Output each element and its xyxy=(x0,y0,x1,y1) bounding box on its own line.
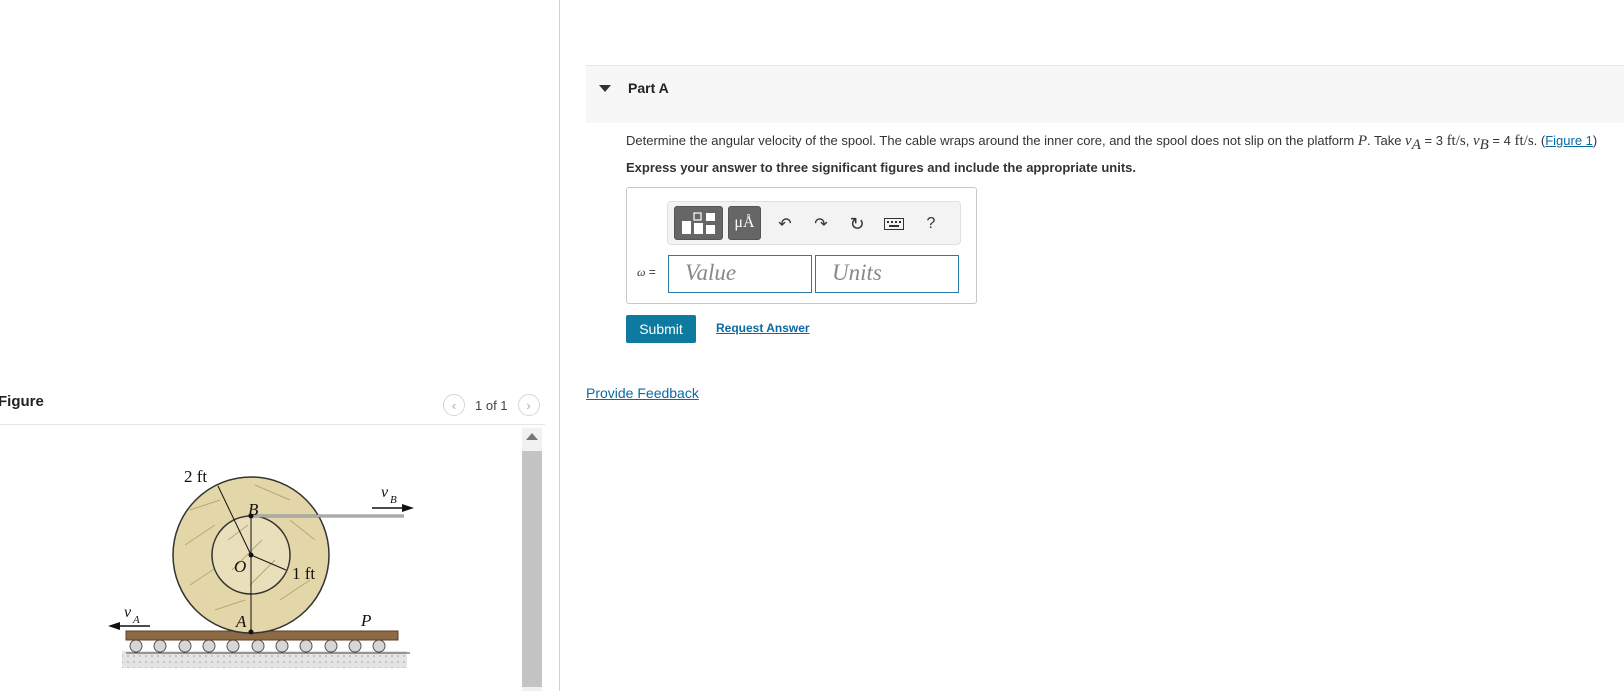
provide-feedback-link[interactable]: Provide Feedback xyxy=(586,385,699,401)
math-toolbar: μÅ ↶ ↷ ↻ ? xyxy=(667,201,961,245)
pager-count: 1 of 1 xyxy=(475,397,508,413)
panel-divider xyxy=(559,0,560,691)
va-label: v xyxy=(124,604,132,621)
figure-link[interactable]: Figure 1 xyxy=(1545,133,1593,148)
va-subscript: A xyxy=(132,614,140,626)
vb-subscript: B xyxy=(390,494,397,506)
redo-icon: ↷ xyxy=(814,216,828,233)
platform-symbol: P xyxy=(1357,133,1367,149)
redo-button[interactable]: ↷ xyxy=(810,214,832,234)
reset-icon: ↻ xyxy=(849,213,865,234)
help-button[interactable]: ? xyxy=(920,214,942,234)
answer-instruction: Express your answer to three significant… xyxy=(626,160,1136,175)
undo-button[interactable]: ↶ xyxy=(774,214,796,234)
part-a-header[interactable] xyxy=(586,65,1624,123)
value-input[interactable]: Value xyxy=(668,255,812,293)
point-b-label: B xyxy=(248,500,259,519)
center-point xyxy=(248,552,254,558)
spool-figure: 2 ft 1 ft B O A P v A v B xyxy=(108,467,414,668)
reset-button[interactable]: ↻ xyxy=(846,214,868,234)
keyboard-icon xyxy=(884,218,904,230)
help-icon: ? xyxy=(926,215,936,232)
next-figure-button[interactable]: › xyxy=(517,394,540,416)
point-o-label: O xyxy=(234,557,246,576)
scrollbar-thumb[interactable] xyxy=(522,451,542,687)
keyboard-button[interactable] xyxy=(883,214,905,234)
undo-icon: ↶ xyxy=(778,216,792,233)
answer-variable-label: ω = xyxy=(637,265,656,279)
vb-label: v xyxy=(381,484,389,501)
chevron-right-icon: › xyxy=(526,397,531,413)
vb-arrowhead xyxy=(402,504,414,512)
part-title: Part A xyxy=(628,80,669,96)
chevron-left-icon: ‹ xyxy=(451,397,457,413)
scroll-up-arrow-icon[interactable] xyxy=(526,433,538,440)
figure-pager: ‹ 1 of 1 › xyxy=(443,393,540,417)
request-answer-link[interactable]: Request Answer xyxy=(716,321,810,335)
templates-button[interactable] xyxy=(674,206,723,240)
point-a-label: A xyxy=(235,612,247,631)
va-arrowhead xyxy=(108,622,120,630)
collapse-caret-icon[interactable] xyxy=(599,85,611,92)
prev-figure-button[interactable]: ‹ xyxy=(443,394,465,416)
units-button[interactable]: μÅ xyxy=(728,206,761,240)
ground-shading xyxy=(122,651,407,668)
figure-title: Figure xyxy=(0,393,44,410)
figure-divider xyxy=(0,424,545,425)
rollers xyxy=(129,639,386,653)
point-a-dot xyxy=(248,629,254,635)
templates-icon xyxy=(681,212,715,234)
units-input[interactable]: Units xyxy=(815,255,959,293)
outer-radius-label: 2 ft xyxy=(184,467,207,486)
platform-label: P xyxy=(360,611,371,630)
inner-radius-label: 1 ft xyxy=(292,564,315,583)
units-icon: μÅ xyxy=(734,214,755,231)
submit-button[interactable]: Submit xyxy=(626,315,696,343)
question-text: Determine the angular velocity of the sp… xyxy=(626,133,1598,153)
